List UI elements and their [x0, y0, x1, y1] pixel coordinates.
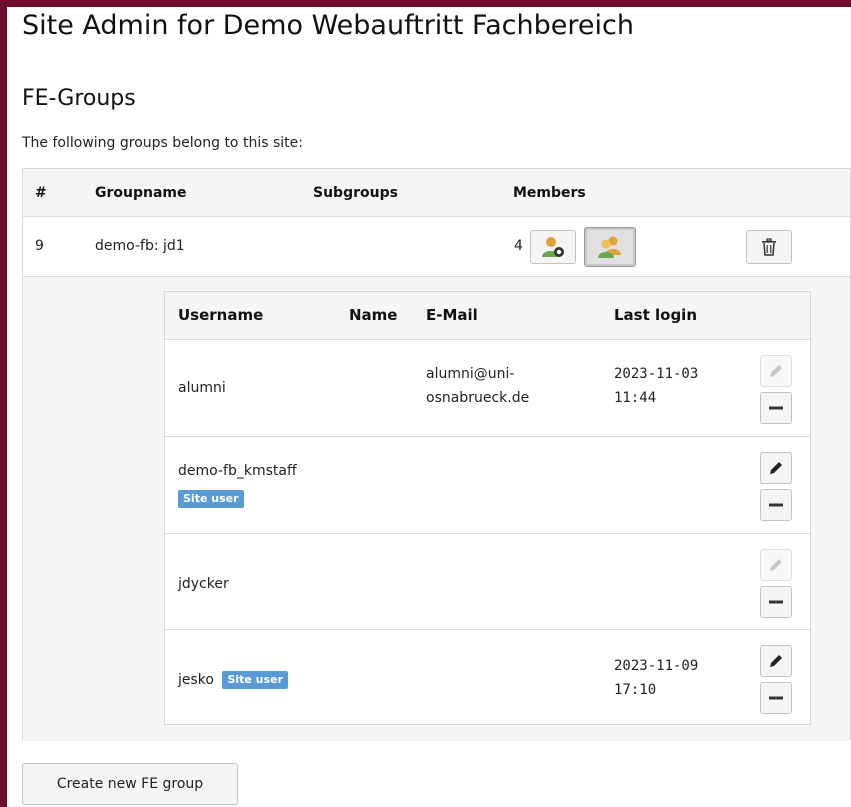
- show-members-button[interactable]: [584, 227, 636, 267]
- remove-member-button[interactable]: [760, 586, 792, 618]
- groups-table-header: # Groupname Subgroups Members: [23, 169, 850, 217]
- edit-member-button[interactable]: [760, 355, 792, 387]
- login-date: 2023-11-09: [614, 658, 699, 674]
- member-row: demo-fb_kmstaff Site user: [165, 437, 810, 534]
- section-title: FE-Groups: [22, 86, 136, 111]
- header-subgroups: Subgroups: [313, 185, 398, 201]
- minus-icon: [769, 406, 783, 410]
- email-line: osnabrueck.de: [426, 390, 530, 406]
- member-count: 4: [514, 238, 523, 254]
- pencil-icon: [770, 365, 782, 377]
- member-email: alumni@uni- osnabrueck.de: [426, 362, 529, 410]
- create-fe-group-button[interactable]: Create new FE group: [22, 763, 238, 805]
- page-title: Site Admin for Demo Webauftritt Fachbere…: [22, 10, 634, 41]
- member-username: jdycker: [178, 576, 229, 592]
- remove-member-button[interactable]: [760, 392, 792, 424]
- member-username: demo-fb_kmstaff: [178, 463, 297, 479]
- login-date: 2023-11-03: [614, 366, 699, 382]
- edit-member-button[interactable]: [760, 645, 792, 677]
- pencil-icon: [770, 559, 782, 571]
- add-member-button[interactable]: [530, 230, 576, 264]
- users-icon: [598, 236, 621, 258]
- header-last-login: Last login: [614, 306, 698, 324]
- header-id: #: [35, 185, 47, 201]
- remove-member-button[interactable]: [760, 489, 792, 521]
- user-add-icon: [542, 237, 564, 257]
- header-name: Name: [349, 306, 398, 324]
- minus-icon: [769, 696, 783, 700]
- member-username-wrap: jesko Site user: [178, 668, 288, 692]
- intro-text: The following groups belong to this site…: [22, 135, 303, 151]
- groups-table: # Groupname Subgroups Members 9 demo-fb:…: [22, 168, 851, 741]
- login-time: 17:10: [614, 682, 657, 698]
- member-row: alumni alumni@uni- osnabrueck.de 2023-11…: [165, 340, 810, 437]
- group-id: 9: [35, 238, 44, 254]
- group-row: 9 demo-fb: jd1 4: [23, 217, 850, 277]
- remove-member-button[interactable]: [760, 682, 792, 714]
- minus-icon: [769, 503, 783, 507]
- pencil-icon: [770, 462, 782, 474]
- header-members: Members: [513, 185, 586, 201]
- members-panel: Username Name E-Mail Last login alumni a…: [23, 277, 850, 741]
- site-user-badge: Site user: [222, 671, 288, 689]
- member-badge-wrap: Site user: [178, 487, 244, 511]
- site-user-badge: Site user: [178, 490, 244, 508]
- member-last-login: 2023-11-03 11:44: [614, 362, 698, 410]
- edit-member-button[interactable]: [760, 549, 792, 581]
- trash-icon: [762, 238, 776, 256]
- header-groupname: Groupname: [95, 185, 187, 201]
- header-username: Username: [178, 306, 264, 324]
- pencil-icon: [770, 655, 782, 667]
- member-username: jesko: [178, 672, 214, 688]
- member-row: jesko Site user 2023-11-09 17:10: [165, 630, 810, 726]
- email-line: alumni@uni-: [426, 366, 515, 382]
- minus-icon: [769, 600, 783, 604]
- members-table: Username Name E-Mail Last login alumni a…: [164, 291, 811, 725]
- delete-group-button[interactable]: [746, 230, 792, 264]
- member-last-login: 2023-11-09 17:10: [614, 654, 698, 702]
- member-username: alumni: [178, 380, 226, 396]
- group-name: demo-fb: jd1: [95, 238, 185, 254]
- edit-member-button[interactable]: [760, 452, 792, 484]
- header-email: E-Mail: [426, 306, 478, 324]
- member-row: jdycker: [165, 534, 810, 630]
- members-table-header: Username Name E-Mail Last login: [165, 292, 810, 340]
- login-time: 11:44: [614, 390, 657, 406]
